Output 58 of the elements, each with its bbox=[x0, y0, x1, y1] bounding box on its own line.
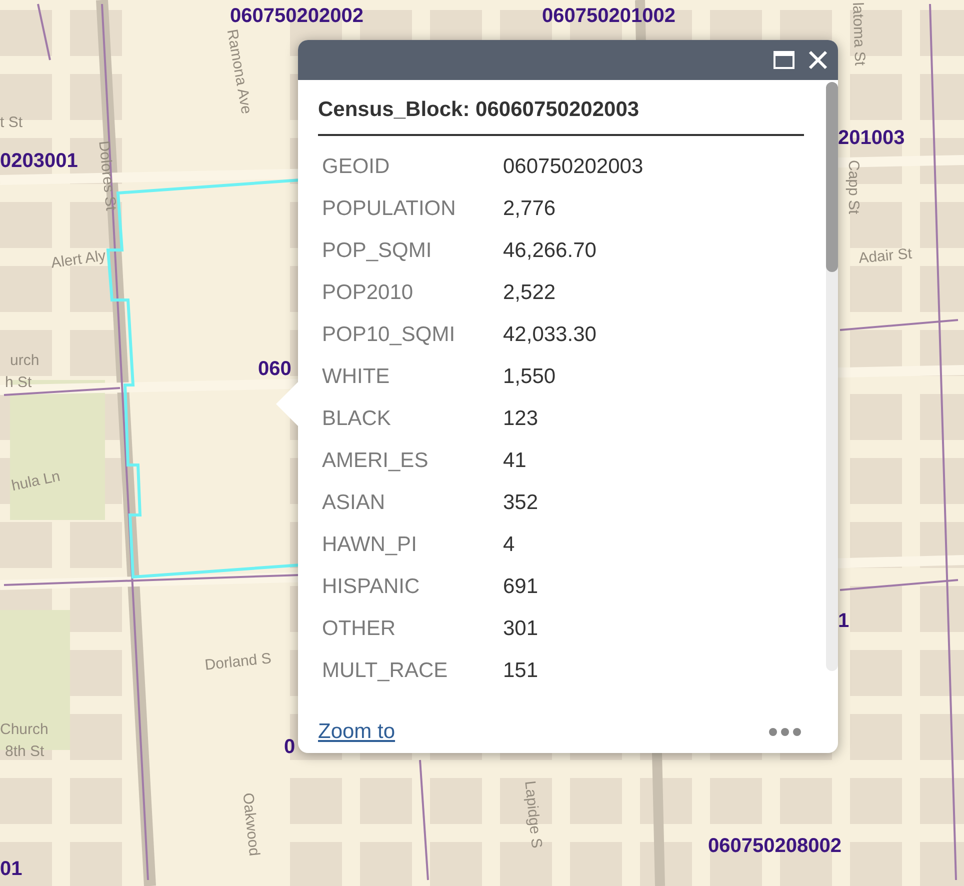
close-button[interactable] bbox=[806, 48, 830, 72]
street-label: latoma St bbox=[849, 2, 868, 66]
block-id-label: 01 bbox=[0, 858, 22, 881]
field-label: WHITE bbox=[321, 365, 391, 389]
field-value: 46,266.70 bbox=[503, 239, 596, 263]
block-id-label: 0203001 bbox=[0, 150, 78, 173]
street-label: Dolores St bbox=[95, 140, 120, 212]
block-id-label: 0 bbox=[284, 736, 296, 759]
street-label: hula Ln bbox=[10, 468, 62, 495]
field-value: 691 bbox=[503, 575, 538, 599]
street-label: Adair St bbox=[858, 245, 913, 267]
street-label: h St bbox=[5, 374, 32, 391]
field-label: POP_SQMI bbox=[321, 239, 433, 263]
street-label: Dorland S bbox=[204, 650, 272, 674]
field-label: HISPANIC bbox=[321, 575, 421, 599]
block-id-label: 060 bbox=[258, 358, 292, 381]
block-id-label: 060750201002 bbox=[542, 5, 676, 28]
field-label: POPULATION bbox=[321, 197, 457, 221]
field-label: POP2010 bbox=[321, 281, 414, 305]
field-value: 2,522 bbox=[503, 281, 556, 305]
field-value: 2,776 bbox=[503, 197, 556, 221]
popup-title: Census_Block: 06060750202003 bbox=[318, 80, 804, 136]
field-value: 352 bbox=[503, 491, 538, 515]
street-label: Capp St bbox=[845, 160, 862, 214]
street-label: Oakwood bbox=[239, 792, 263, 857]
block-id-label: 060750202002 bbox=[230, 5, 364, 28]
street-label: Church bbox=[0, 721, 48, 738]
maximize-icon bbox=[773, 50, 795, 70]
field-label: AMERI_ES bbox=[321, 449, 430, 473]
field-value: 41 bbox=[503, 449, 526, 473]
field-value: 301 bbox=[503, 617, 538, 641]
field-value: 123 bbox=[503, 407, 538, 431]
field-label: OTHER bbox=[321, 617, 396, 641]
street-label: t St bbox=[0, 114, 23, 131]
field-value: 1,550 bbox=[503, 365, 556, 389]
scrollbar-thumb[interactable] bbox=[826, 82, 838, 272]
close-icon bbox=[808, 50, 828, 70]
block-id-label: 201003 bbox=[838, 127, 905, 150]
field-value: 4 bbox=[503, 533, 515, 557]
field-value: 151 bbox=[503, 659, 538, 683]
field-label: ASIAN bbox=[321, 491, 386, 515]
field-label: POP10_SQMI bbox=[321, 323, 456, 347]
maximize-button[interactable] bbox=[772, 48, 796, 72]
street-label: urch bbox=[10, 352, 40, 369]
field-label: GEOID bbox=[321, 155, 391, 179]
street-label: Lapidge S bbox=[521, 780, 546, 849]
block-id-label: 060750208002 bbox=[708, 835, 842, 858]
field-label: BLACK bbox=[321, 407, 392, 431]
block-id-label: 1 bbox=[838, 610, 850, 633]
more-icon[interactable] bbox=[768, 727, 802, 737]
zoom-to-link[interactable]: Zoom to bbox=[318, 720, 396, 744]
field-value: 42,033.30 bbox=[503, 323, 596, 347]
field-value: 060750202003 bbox=[503, 155, 644, 179]
street-label: Alert Aly bbox=[50, 247, 107, 272]
street-label: 8th St bbox=[5, 743, 44, 760]
field-label: HAWN_PI bbox=[321, 533, 418, 557]
street-label: Ramona Ave bbox=[223, 28, 255, 116]
field-label: MULT_RACE bbox=[321, 659, 449, 683]
